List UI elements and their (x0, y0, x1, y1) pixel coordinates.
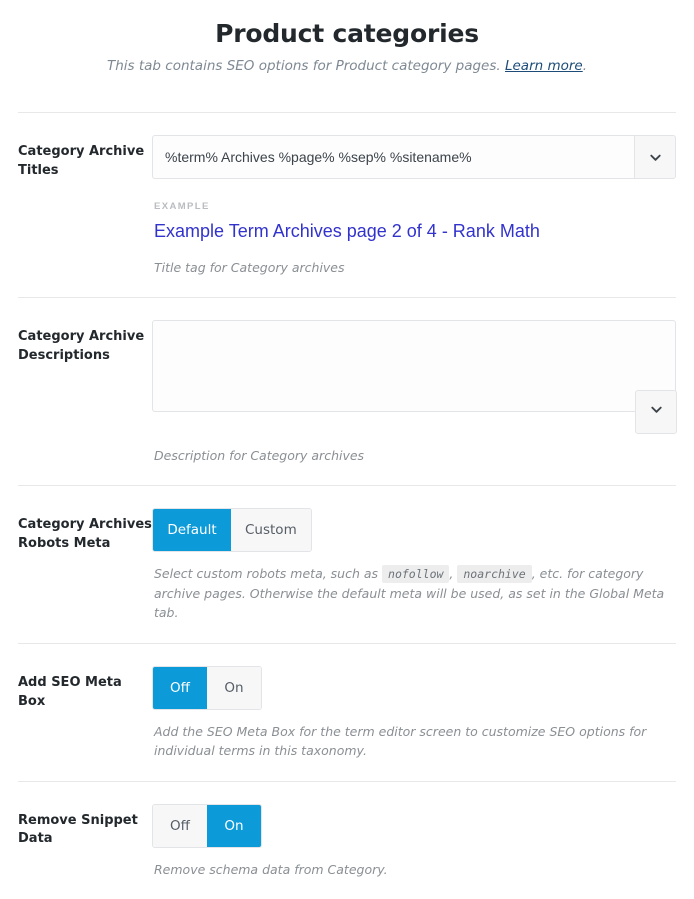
robots-meta-code-nofollow: nofollow (382, 565, 450, 584)
robots-meta-option-custom[interactable]: Custom (231, 509, 311, 552)
page-title: Product categories (215, 19, 479, 48)
field-label-remove-snippet-data: Remove Snippet Data (18, 812, 138, 847)
remove-snippet-data-toggle-group[interactable]: Off On (152, 803, 262, 848)
seo-meta-box-option-on[interactable]: On (207, 666, 261, 709)
seo-meta-box-description: Add the SEO Meta Box for the term editor… (154, 723, 647, 759)
robots-meta-description: Select custom robots meta, such as nofol… (154, 564, 676, 623)
field-control-remove-snippet-data: Off On Remove schema data from Category. (152, 803, 676, 879)
field-row-archive-descriptions: Category Archive Descriptions Descriptio… (0, 298, 694, 485)
field-row-archive-titles: Category Archive Titles EXAMPLE Example … (0, 113, 694, 297)
product-categories-settings-page: Product categories This tab contains SEO… (0, 0, 694, 899)
seo-meta-box-option-off[interactable]: Off (153, 666, 207, 709)
page-subtitle: This tab contains SEO options for Produc… (20, 57, 674, 76)
page-subtitle-trailing: . (582, 58, 588, 75)
field-row-robots-meta: Category Archives Robots Meta Default Cu… (0, 486, 694, 643)
field-label-archive-titles: Category Archive Titles (18, 144, 145, 178)
archive-titles-variables-button[interactable] (634, 135, 676, 180)
remove-snippet-data-option-off[interactable]: Off (153, 804, 207, 847)
field-label-robots-meta: Category Archives Robots Meta (18, 517, 152, 552)
field-label-archive-descriptions: Category Archive Descriptions (18, 328, 145, 363)
robots-meta-code-noarchive: noarchive (457, 565, 532, 584)
field-row-remove-snippet-data: Remove Snippet Data Off On Remove schema… (0, 782, 694, 899)
page-subtitle-text: This tab contains SEO options for Produc… (106, 58, 505, 75)
archive-descriptions-variables-button[interactable] (635, 389, 677, 434)
field-control-archive-titles: EXAMPLE Example Term Archives page 2 of … (152, 135, 676, 277)
archive-descriptions-description: Description for Category archives (154, 447, 365, 463)
field-control-robots-meta: Default Custom Select custom robots meta… (152, 508, 676, 623)
archive-titles-description: Title tag for Category archives (154, 259, 345, 275)
robots-meta-option-default[interactable]: Default (153, 509, 231, 552)
robots-meta-toggle-group[interactable]: Default Custom (152, 508, 312, 553)
archive-descriptions-textarea-wrap (152, 319, 677, 434)
chevron-down-icon (648, 150, 663, 165)
field-control-archive-descriptions: Description for Category archives (152, 319, 677, 465)
field-control-seo-meta-box: Off On Add the SEO Meta Box for the term… (152, 665, 676, 761)
field-label-seo-meta-box: Add SEO Meta Box (18, 674, 122, 709)
page-header: Product categories This tab contains SEO… (0, 0, 694, 76)
field-row-seo-meta-box: Add SEO Meta Box Off On Add the SEO Meta… (0, 644, 694, 781)
seo-meta-box-toggle-group[interactable]: Off On (152, 665, 262, 710)
archive-titles-input[interactable] (152, 135, 634, 180)
archive-descriptions-textarea[interactable] (152, 319, 676, 412)
archive-titles-example-label: EXAMPLE (154, 201, 210, 213)
chevron-down-icon (649, 402, 664, 422)
robots-meta-desc-part1: Select custom robots meta, such as (154, 566, 383, 582)
archive-titles-input-wrap (152, 135, 676, 180)
remove-snippet-data-description: Remove schema data from Category. (154, 861, 388, 877)
archive-titles-example-value: Example Term Archives page 2 of 4 - Rank… (154, 221, 540, 242)
remove-snippet-data-option-on[interactable]: On (207, 804, 261, 847)
header-spacer (0, 76, 694, 112)
learn-more-link[interactable]: Learn more (505, 58, 583, 74)
